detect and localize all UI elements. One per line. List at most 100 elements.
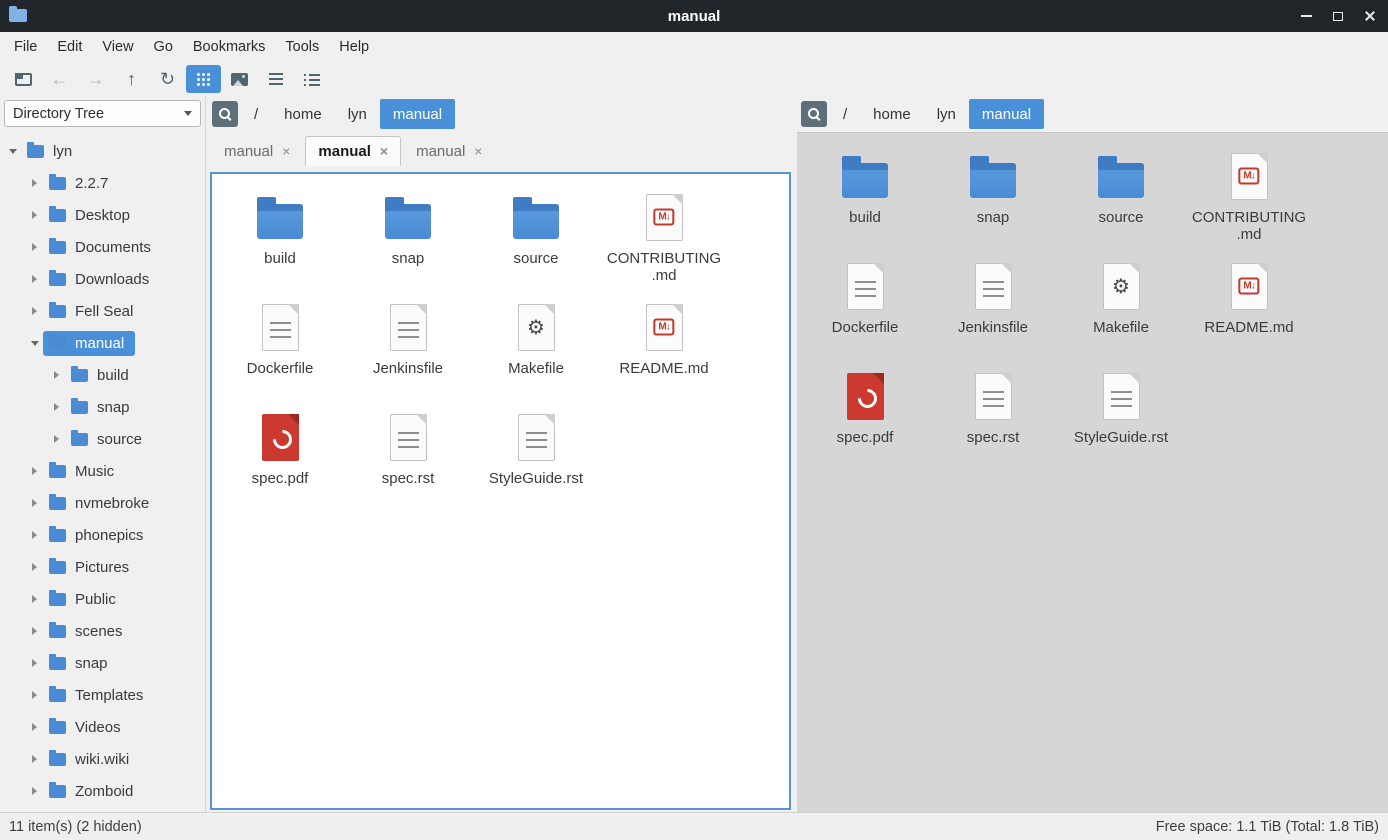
file-item-snap[interactable]: snap bbox=[344, 180, 472, 290]
tab-close-icon[interactable]: × bbox=[380, 144, 388, 158]
file-item-build[interactable]: build bbox=[801, 139, 929, 249]
new-window-button[interactable] bbox=[6, 65, 41, 93]
expander-closed-icon[interactable] bbox=[26, 751, 43, 768]
menu-help[interactable]: Help bbox=[329, 35, 379, 59]
thumbnail-view-button[interactable] bbox=[222, 65, 257, 93]
expander-open-icon[interactable] bbox=[26, 335, 43, 352]
file-item-jenkinsfile[interactable]: Jenkinsfile bbox=[344, 290, 472, 400]
tab-manual-1[interactable]: manual× bbox=[305, 136, 401, 166]
file-item-styleguide-rst[interactable]: StyleGuide.rst bbox=[1057, 359, 1185, 469]
breadcrumb-segment-lyn[interactable]: lyn bbox=[335, 99, 380, 129]
maximize-button[interactable] bbox=[1322, 0, 1354, 32]
file-item-readme-md[interactable]: README.md bbox=[1185, 249, 1313, 359]
menu-tools[interactable]: Tools bbox=[275, 35, 329, 59]
file-view-right[interactable]: buildsnapsourceCONTRIBUTING.md Dockerfile… bbox=[797, 132, 1388, 812]
tab-close-icon[interactable]: × bbox=[282, 144, 290, 158]
file-item-snap[interactable]: snap bbox=[929, 139, 1057, 249]
sidebar-item-snap[interactable]: snap bbox=[0, 647, 205, 679]
file-item-makefile[interactable]: Makefile bbox=[1057, 249, 1185, 359]
sidebar-item-music[interactable]: Music bbox=[0, 455, 205, 487]
file-view-left[interactable]: buildsnapsourceCONTRIBUTING.md Dockerfile… bbox=[210, 172, 791, 810]
expander-closed-icon[interactable] bbox=[26, 591, 43, 608]
path-search-button[interactable] bbox=[801, 101, 827, 127]
breadcrumb-segment-manual[interactable]: manual bbox=[380, 99, 455, 129]
expander-closed-icon[interactable] bbox=[26, 303, 43, 320]
expander-closed-icon[interactable] bbox=[26, 655, 43, 672]
breadcrumb-segment-home[interactable]: home bbox=[271, 99, 335, 129]
breadcrumb-segment-lyn[interactable]: lyn bbox=[924, 99, 969, 129]
sidebar-item-zomboid[interactable]: Zomboid bbox=[0, 775, 205, 807]
sidebar-item-lyn[interactable]: lyn bbox=[0, 135, 205, 167]
sidebar-mode-select[interactable]: Directory Tree bbox=[4, 100, 201, 127]
sidebar-item-templates[interactable]: Templates bbox=[0, 679, 205, 711]
detailed-view-button[interactable] bbox=[294, 65, 329, 93]
expander-open-icon[interactable] bbox=[4, 143, 21, 160]
file-item-spec-rst[interactable]: spec.rst bbox=[344, 400, 472, 510]
tab-close-icon[interactable]: × bbox=[474, 144, 482, 158]
back-button[interactable]: ← bbox=[42, 65, 77, 93]
file-item-jenkinsfile[interactable]: Jenkinsfile bbox=[929, 249, 1057, 359]
expander-closed-icon[interactable] bbox=[26, 687, 43, 704]
file-item-styleguide-rst[interactable]: StyleGuide.rst bbox=[472, 400, 600, 510]
sidebar-item-wiki-wiki[interactable]: wiki.wiki bbox=[0, 743, 205, 775]
sidebar-item-pictures[interactable]: Pictures bbox=[0, 551, 205, 583]
sidebar-item-build[interactable]: build bbox=[0, 359, 205, 391]
sidebar-item-documents[interactable]: Documents bbox=[0, 231, 205, 263]
expander-closed-icon[interactable] bbox=[48, 399, 65, 416]
file-item-source[interactable]: source bbox=[472, 180, 600, 290]
refresh-button[interactable]: ↻ bbox=[150, 65, 185, 93]
breadcrumb-segment-root[interactable]: / bbox=[241, 99, 271, 129]
breadcrumb-segment-manual[interactable]: manual bbox=[969, 99, 1044, 129]
sidebar-item-downloads[interactable]: Downloads bbox=[0, 263, 205, 295]
expander-closed-icon[interactable] bbox=[26, 271, 43, 288]
expander-closed-icon[interactable] bbox=[26, 207, 43, 224]
expander-closed-icon[interactable] bbox=[26, 175, 43, 192]
tab-manual-2[interactable]: manual× bbox=[403, 136, 495, 166]
sidebar-item-public[interactable]: Public bbox=[0, 583, 205, 615]
icon-view-button[interactable] bbox=[186, 65, 221, 93]
expander-closed-icon[interactable] bbox=[26, 463, 43, 480]
expander-closed-icon[interactable] bbox=[26, 719, 43, 736]
expander-closed-icon[interactable] bbox=[26, 783, 43, 800]
file-item-readme-md[interactable]: README.md bbox=[600, 290, 728, 400]
expander-closed-icon[interactable] bbox=[26, 559, 43, 576]
sidebar-item-videos[interactable]: Videos bbox=[0, 711, 205, 743]
sidebar-item-nvmebroke[interactable]: nvmebroke bbox=[0, 487, 205, 519]
sidebar-item-phonepics[interactable]: phonepics bbox=[0, 519, 205, 551]
file-item-spec-pdf[interactable]: spec.pdf bbox=[801, 359, 929, 469]
sidebar-item-snap[interactable]: snap bbox=[0, 391, 205, 423]
sidebar-item-manual[interactable]: manual bbox=[0, 327, 205, 359]
sidebar-item-2-2-7[interactable]: 2.2.7 bbox=[0, 167, 205, 199]
expander-closed-icon[interactable] bbox=[48, 367, 65, 384]
path-search-button[interactable] bbox=[212, 101, 238, 127]
menu-view[interactable]: View bbox=[92, 35, 143, 59]
compact-view-button[interactable] bbox=[258, 65, 293, 93]
file-item-spec-pdf[interactable]: spec.pdf bbox=[216, 400, 344, 510]
file-item-contributing-md[interactable]: CONTRIBUTING.md bbox=[1185, 139, 1313, 249]
menu-bookmarks[interactable]: Bookmarks bbox=[183, 35, 276, 59]
sidebar-item-fell-seal[interactable]: Fell Seal bbox=[0, 295, 205, 327]
breadcrumb-segment-root[interactable]: / bbox=[830, 99, 860, 129]
expander-closed-icon[interactable] bbox=[26, 527, 43, 544]
expander-closed-icon[interactable] bbox=[26, 239, 43, 256]
expander-closed-icon[interactable] bbox=[26, 495, 43, 512]
file-item-makefile[interactable]: Makefile bbox=[472, 290, 600, 400]
sidebar-item-desktop[interactable]: Desktop bbox=[0, 199, 205, 231]
forward-button[interactable]: → bbox=[78, 65, 113, 93]
menu-edit[interactable]: Edit bbox=[47, 35, 92, 59]
file-item-contributing-md[interactable]: CONTRIBUTING.md bbox=[600, 180, 728, 290]
up-button[interactable]: ↑ bbox=[114, 65, 149, 93]
sidebar-item-scenes[interactable]: scenes bbox=[0, 615, 205, 647]
file-item-dockerfile[interactable]: Dockerfile bbox=[801, 249, 929, 359]
file-item-spec-rst[interactable]: spec.rst bbox=[929, 359, 1057, 469]
minimize-button[interactable] bbox=[1290, 0, 1322, 32]
file-item-source[interactable]: source bbox=[1057, 139, 1185, 249]
expander-closed-icon[interactable] bbox=[48, 431, 65, 448]
file-item-build[interactable]: build bbox=[216, 180, 344, 290]
sidebar-item-source[interactable]: source bbox=[0, 423, 205, 455]
menu-go[interactable]: Go bbox=[144, 35, 183, 59]
breadcrumb-segment-home[interactable]: home bbox=[860, 99, 924, 129]
close-button[interactable] bbox=[1354, 0, 1386, 32]
menu-file[interactable]: File bbox=[4, 35, 47, 59]
file-item-dockerfile[interactable]: Dockerfile bbox=[216, 290, 344, 400]
